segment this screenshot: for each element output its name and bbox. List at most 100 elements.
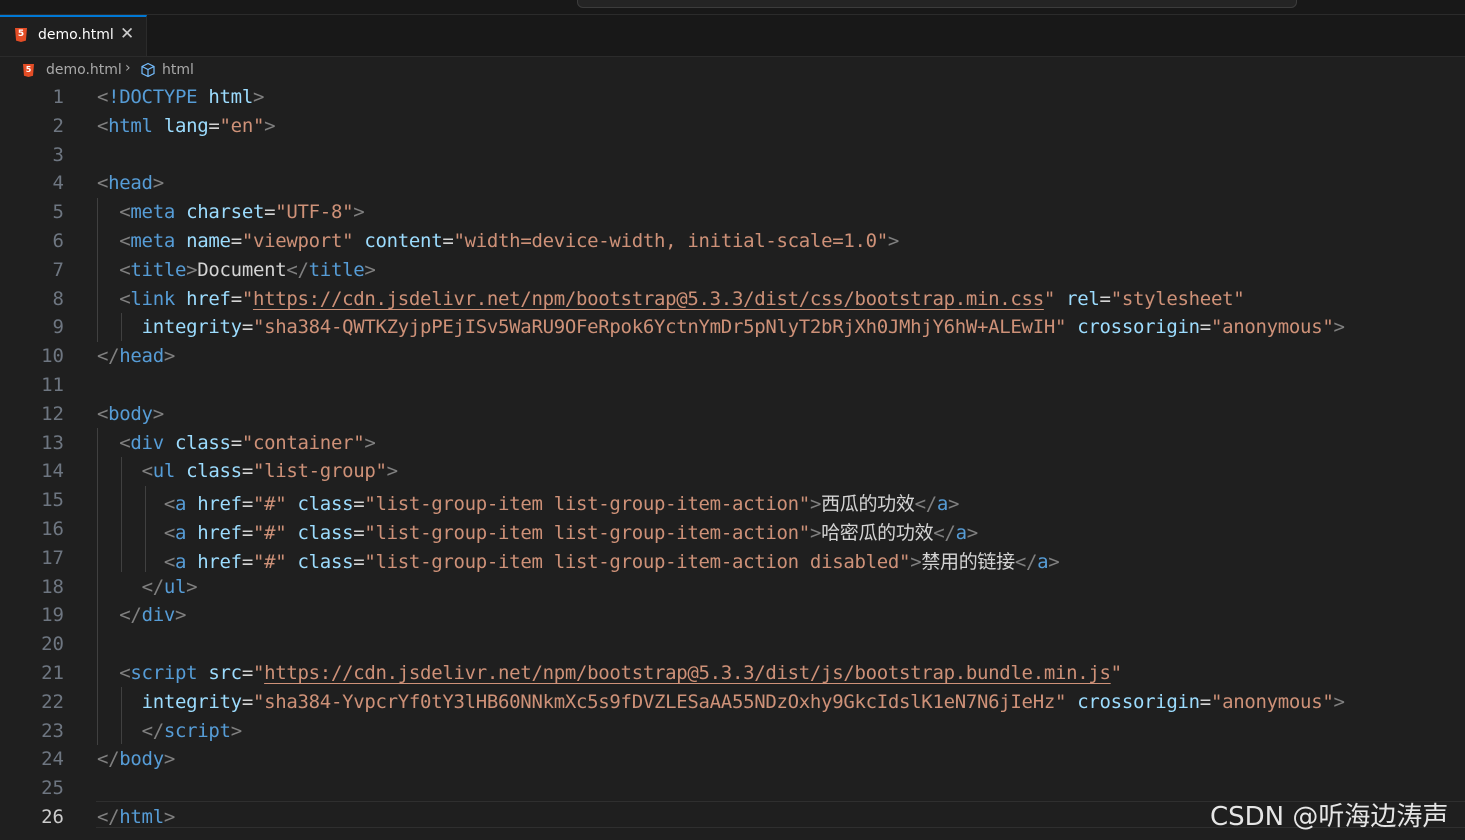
code-token: > (252, 86, 265, 108)
code-line[interactable]: 15 <a href="#" class="list-group-item li… (0, 486, 1465, 515)
code-text: <a href="#" class="list-group-item list-… (97, 518, 978, 545)
code-line[interactable]: 10 </head> (0, 342, 1465, 371)
code-line[interactable]: 7 <title>Document</title> (0, 256, 1465, 285)
tab-label: demo.html (38, 27, 114, 43)
line-number: 24 (41, 748, 64, 771)
line-number: 21 (41, 662, 64, 684)
code-token: "anonymous" (1210, 690, 1334, 713)
code-token: head (119, 345, 164, 368)
code-line[interactable]: 12 <body> (0, 400, 1465, 429)
code-token: > (948, 493, 960, 516)
code-token: "list-group-item list-group-item-action" (364, 522, 810, 544)
line-number: 20 (41, 633, 64, 656)
code-line[interactable]: 2 <html lang="en"> (0, 112, 1465, 141)
code-token: " (1043, 287, 1055, 310)
line-number: 5 (52, 201, 64, 224)
code-line[interactable]: 19 </div> (0, 601, 1465, 630)
cube-icon (141, 62, 155, 78)
breadcrumb-file[interactable]: demo.html (46, 62, 122, 78)
code-line[interactable]: 23 </script> (0, 717, 1465, 746)
code-token: a (936, 493, 949, 516)
code-editor[interactable]: 1 <!DOCTYPE html> 2 <html lang="en"> 3 4 <head… (0, 83, 1465, 840)
code-token: = (353, 493, 365, 516)
breadcrumb-element[interactable]: html (162, 62, 194, 78)
code-token: head (108, 172, 153, 195)
code-line[interactable]: 20 (0, 630, 1465, 659)
code-token: < (163, 522, 175, 544)
code-token[interactable]: https://cdn.jsdelivr.net/npm/bootstrap@5… (264, 662, 1111, 684)
code-token[interactable]: https://cdn.jsdelivr.net/npm/bootstrap@5… (253, 288, 1044, 310)
code-token: = (1199, 316, 1211, 339)
code-line[interactable]: 14 <ul class="list-group"> (0, 457, 1465, 486)
code-text: <title>Document</title> (97, 259, 376, 281)
command-center[interactable] (577, 0, 1297, 8)
code-text: <a href="#" class="list-group-item list-… (97, 547, 1060, 574)
close-icon[interactable]: ✕ (120, 24, 134, 44)
code-line[interactable]: 21 <script src="https://cdn.jsdelivr.net… (0, 659, 1465, 688)
code-token: class (186, 460, 242, 483)
code-token: = (264, 201, 276, 224)
code-token: </ (97, 345, 120, 368)
code-token: > (186, 258, 198, 281)
code-token: 哈密瓜的功效 (821, 522, 934, 544)
code-token: "#" (252, 522, 287, 544)
code-token: "#" (252, 550, 287, 573)
code-token: > (152, 172, 164, 195)
code-token: a (174, 522, 187, 544)
code-token: a (174, 493, 187, 516)
tab-demo-html[interactable]: 5 demo.html ✕ (0, 15, 147, 56)
code-token: = (241, 522, 253, 544)
code-line[interactable]: 6 <meta name="viewport" content="width=d… (0, 227, 1465, 256)
code-token: src (208, 662, 242, 684)
line-number: 12 (41, 402, 64, 425)
code-token: > (230, 719, 242, 742)
code-line[interactable]: 3 (0, 141, 1465, 170)
code-token: "list-group-item list-group-item-action … (364, 550, 911, 573)
code-token: "viewport" (241, 230, 354, 252)
code-token: "list-group" (252, 460, 387, 483)
code-text: </script> (97, 719, 243, 742)
code-line[interactable]: 22 integrity="sha384-YvpcrYf0tY3lHB60NNk… (0, 688, 1465, 717)
code-line[interactable]: 11 (0, 371, 1465, 400)
code-text: <ul class="list-group"> (97, 460, 399, 483)
breadcrumb: 5 demo.html › html (0, 57, 1465, 83)
code-text: <link href="https://cdn.jsdelivr.net/npm… (97, 288, 1244, 310)
code-line[interactable]: 5 <meta charset="UTF-8"> (0, 198, 1465, 227)
code-token: 禁用的链接 (921, 550, 1015, 573)
code-token: "sha384-YvpcrYf0tY3lHB60NNkmXc5s9fDVZLES… (252, 690, 1067, 713)
code-token: name (186, 230, 231, 252)
code-line[interactable]: 1 <!DOCTYPE html> (0, 83, 1465, 112)
code-line[interactable]: 8 <link href="https://cdn.jsdelivr.net/n… (0, 285, 1465, 314)
code-line[interactable]: 13 <div class="container"> (0, 429, 1465, 458)
code-token: 西瓜的功效 (821, 493, 915, 516)
editor-tab-bar: 5 demo.html ✕ (0, 15, 1465, 57)
code-line[interactable]: 17 <a href="#" class="list-group-item li… (0, 544, 1465, 573)
code-token: = (1099, 287, 1111, 310)
code-token: < (141, 460, 153, 483)
code-line[interactable]: 9 integrity="sha384-QWTKZyjpPEjISv5WaRU9… (0, 313, 1465, 342)
code-line[interactable]: 16 <a href="#" class="list-group-item li… (0, 515, 1465, 544)
code-token: = (208, 114, 220, 137)
code-line[interactable]: 4 <head> (0, 169, 1465, 198)
line-number: 18 (41, 575, 64, 598)
code-line[interactable]: 24 </body> (0, 745, 1465, 774)
code-line[interactable]: 18 </ul> (0, 573, 1465, 602)
code-token: > (152, 402, 164, 425)
line-number: 11 (41, 374, 64, 396)
code-text: <html lang="en"> (97, 114, 276, 137)
